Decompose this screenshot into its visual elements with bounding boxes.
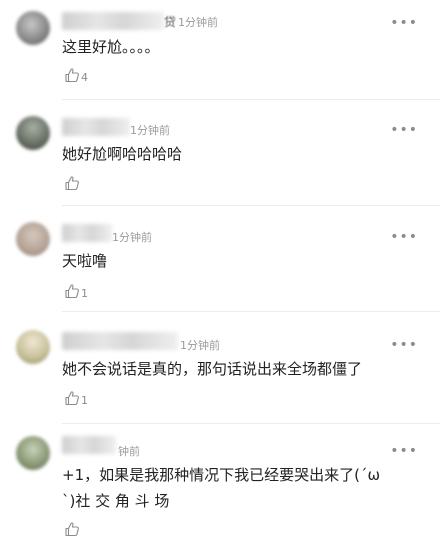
username-blurred[interactable] xyxy=(62,332,178,350)
comment-item: 贷 1分钟前 ••• 这里好尬。。。。 4 xyxy=(0,0,440,100)
avatar[interactable] xyxy=(16,330,50,364)
comment-item: 钟前 ••• +1，如果是我那种情况下我已经要哭出来了(´ω `)社 交 角 斗… xyxy=(0,424,440,539)
comment-text-line-1: +1，如果是我那种情况下我已经要哭出来了(´ω xyxy=(62,466,381,484)
comment-time: 1分钟前 xyxy=(130,124,170,137)
comment-text-line-2: `)社 交 角 斗 场 xyxy=(62,492,170,510)
like-button[interactable]: 4 xyxy=(64,67,88,83)
thumbs-up-icon xyxy=(64,390,80,406)
comment-text: 天啦噜 xyxy=(62,252,108,270)
more-options-icon[interactable]: ••• xyxy=(390,230,418,244)
comment-time: 钟前 xyxy=(118,445,140,458)
comment-time: 1分钟前 xyxy=(180,339,220,352)
comment-item: 1分钟前 ••• 她不会说话是真的，那句话说出来全场都僵了 1 xyxy=(0,312,440,424)
like-button[interactable] xyxy=(64,521,81,537)
thumbs-up-icon xyxy=(64,67,80,83)
avatar[interactable] xyxy=(16,11,50,45)
username-blurred[interactable] xyxy=(62,436,116,454)
like-count: 4 xyxy=(81,71,88,84)
avatar[interactable] xyxy=(16,222,50,256)
like-button[interactable]: 1 xyxy=(64,390,88,406)
more-options-icon[interactable]: ••• xyxy=(390,16,418,30)
avatar[interactable] xyxy=(16,116,50,150)
username-blurred[interactable] xyxy=(62,12,164,30)
comment-time: 1分钟前 xyxy=(178,16,218,29)
comment-text: 她不会说话是真的，那句话说出来全场都僵了 xyxy=(62,360,363,378)
thumbs-up-icon xyxy=(64,521,80,537)
like-count: 1 xyxy=(81,394,88,407)
username-tail: 贷 xyxy=(164,15,177,29)
comment-time: 1分钟前 xyxy=(112,231,152,244)
username-blurred[interactable] xyxy=(62,118,130,136)
like-button[interactable] xyxy=(64,175,81,191)
like-button[interactable]: 1 xyxy=(64,283,88,299)
thumbs-up-icon xyxy=(64,175,80,191)
comment-text: 这里好尬。。。。 xyxy=(62,38,160,56)
comment-text: 她好尬啊哈哈哈哈 xyxy=(62,145,183,163)
more-options-icon[interactable]: ••• xyxy=(390,444,418,458)
comment-item: 1分钟前 ••• 天啦噜 1 xyxy=(0,206,440,312)
like-count: 1 xyxy=(81,287,88,300)
comment-item: 1分钟前 ••• 她好尬啊哈哈哈哈 xyxy=(0,100,440,206)
more-options-icon[interactable]: ••• xyxy=(390,123,418,137)
thumbs-up-icon xyxy=(64,283,80,299)
username-blurred[interactable] xyxy=(62,224,112,242)
avatar[interactable] xyxy=(16,436,50,470)
more-options-icon[interactable]: ••• xyxy=(390,338,418,352)
